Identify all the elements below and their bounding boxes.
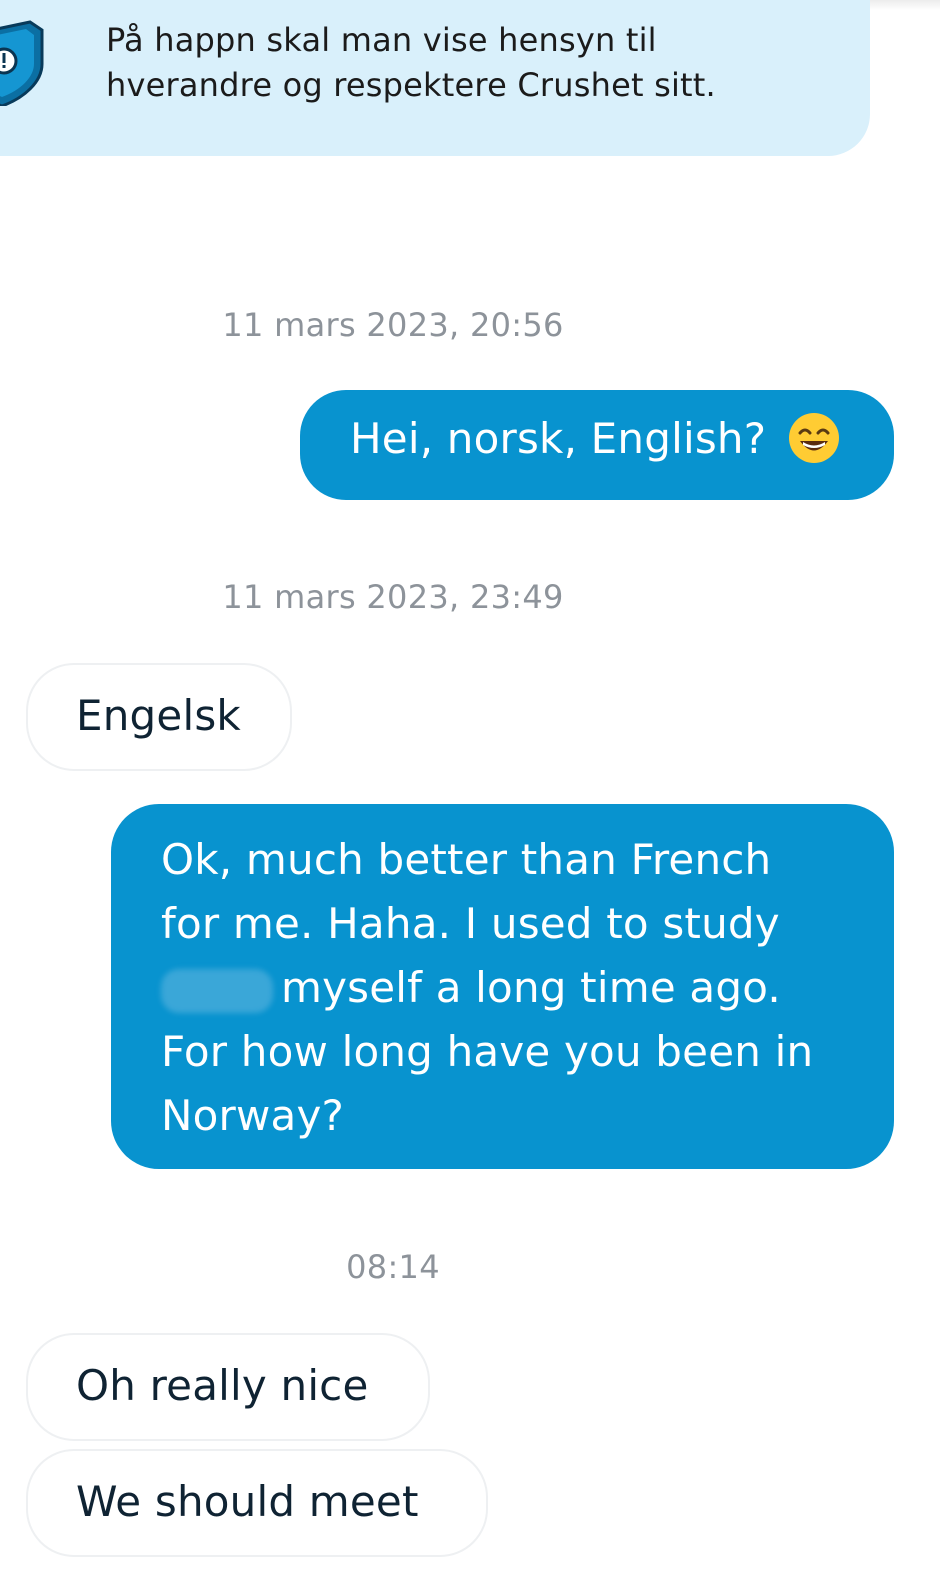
message-text-line: Ok, much better than French: [161, 835, 772, 884]
message-text: We should meet: [76, 1477, 419, 1526]
safety-message: På happn skal man vise hensyn til hveran…: [106, 18, 806, 108]
message-text: myself a long time ago.: [281, 963, 781, 1012]
message-text-line: myself a long time ago.: [161, 956, 864, 1020]
chat-screen: På happn skal man vise hensyn til hveran…: [0, 0, 940, 1573]
message-bubble-received[interactable]: Engelsk: [26, 663, 292, 771]
redacted-word: [161, 968, 273, 1013]
message-bubble-sent[interactable]: Hei, norsk, English?: [300, 390, 894, 500]
timestamp: 08:14: [346, 1248, 440, 1286]
message-bubble-received[interactable]: Oh really nice: [26, 1333, 430, 1441]
message-bubble-received[interactable]: We should meet: [26, 1449, 488, 1557]
timestamp: 11 mars 2023, 20:56: [222, 306, 564, 344]
shield-warning-icon: [0, 20, 44, 106]
message-text: Hei, norsk, English?: [350, 414, 767, 463]
message-text-line: for me. Haha. I used to study: [161, 899, 780, 948]
message-text: Oh really nice: [76, 1361, 369, 1410]
grinning-face-icon: [788, 412, 839, 463]
message-bubble-sent[interactable]: Ok, much better than French for me. Haha…: [111, 804, 894, 1169]
safety-message-line-2: hverandre og respektere Crushet sitt.: [106, 66, 716, 104]
message-text-line: Norway?: [161, 1091, 345, 1140]
message-text-line: For how long have you been in: [161, 1027, 814, 1076]
message-text: Engelsk: [76, 691, 241, 740]
safety-message-line-1: På happn skal man vise hensyn til: [106, 21, 657, 59]
timestamp: 11 mars 2023, 23:49: [222, 578, 564, 616]
